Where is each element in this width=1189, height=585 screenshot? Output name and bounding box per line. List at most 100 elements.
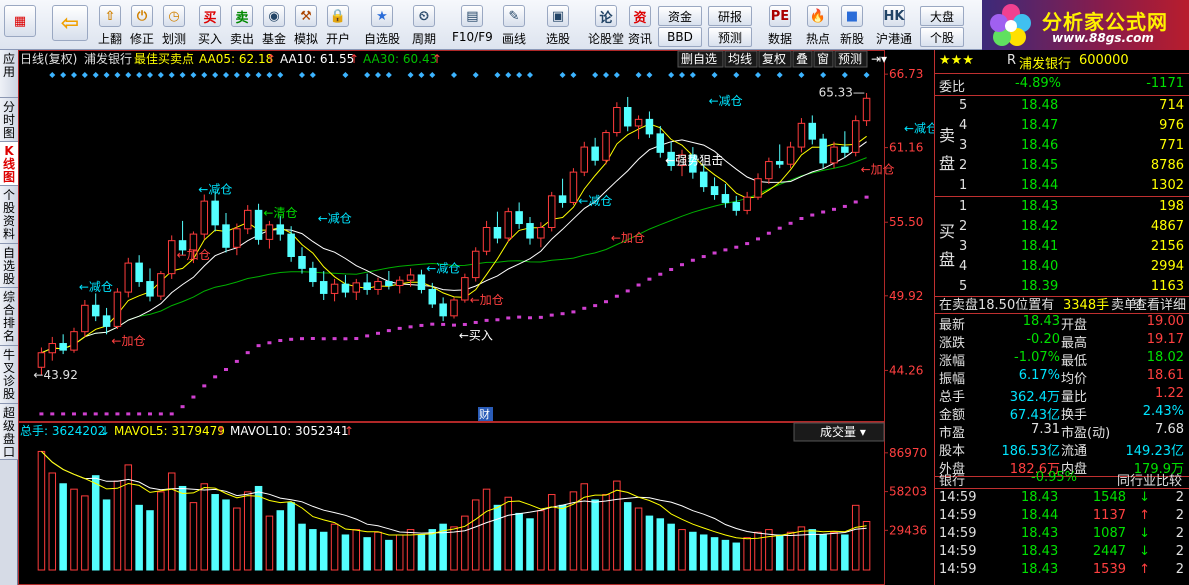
fix-button[interactable]: ⏻ 修正 [130, 3, 154, 47]
research-button[interactable]: 研报 [708, 6, 752, 26]
self-select-button[interactable]: ★ 自选股 [364, 3, 400, 47]
trend-dot [115, 412, 120, 416]
bbd-button[interactable]: BBD [658, 27, 702, 47]
draw-button[interactable]: ◷ 划测 [162, 3, 186, 47]
period-button[interactable]: ⏲ 周期 [412, 3, 436, 47]
volume-bar [537, 510, 545, 571]
trend-dot [495, 318, 500, 322]
grid-icon: ▦ [4, 5, 36, 37]
left-tab-7[interactable]: 超级盘口 [0, 404, 18, 460]
stock-title-row: ★★★ R 浦发银行 600000 [935, 52, 1189, 72]
hot-button[interactable]: 🔥 热点 [806, 3, 830, 47]
candle-body [37, 352, 46, 368]
volume-bar [222, 499, 230, 571]
signal-annotation: ←加仓 [111, 334, 145, 348]
open-account-button[interactable]: 🔒 开户 [326, 3, 350, 47]
signal-annotation: ←加仓 [177, 248, 211, 262]
tick-volume: 1087 [1092, 526, 1126, 541]
left-tab-5[interactable]: 综合排名 [0, 288, 18, 346]
candle-body [211, 200, 219, 226]
sell-volume: 8786 [1150, 158, 1184, 173]
stat-value-2: 1.22 [1155, 386, 1184, 401]
buy-button[interactable]: 买买入 [198, 3, 222, 47]
candle-body [243, 209, 252, 230]
candle-body [417, 274, 426, 290]
stat-row: 涨跌 -0.20 最高 19.17 [935, 331, 1189, 351]
left-tab-2[interactable]: K线图 [0, 142, 18, 186]
buy-level: 5 [959, 279, 968, 294]
buy-price: 18.39 [1021, 279, 1059, 294]
candle-body [385, 281, 393, 287]
simulate-button[interactable]: ⚒ 模拟 [294, 3, 318, 47]
buy-icon: 买 [199, 5, 221, 27]
volume-bar [645, 515, 654, 571]
trend-dot [245, 351, 250, 355]
view-detail-link[interactable]: 查看详细 [1134, 294, 1186, 313]
back-button[interactable]: ⇦ [52, 3, 88, 47]
price-chart[interactable]: 66.73 61.16 55.50 49.92 44.26 日线(复权) 浦发银行 最佳买卖点… [18, 50, 934, 422]
volume-bar [374, 531, 382, 571]
candle-body [808, 122, 817, 140]
stat-value: -0.20 [1026, 332, 1060, 347]
signal-annotation: ←减仓 [318, 211, 352, 225]
price-bg [18, 50, 934, 422]
tick-price: 18.43 [1021, 562, 1059, 577]
trend-dot [538, 315, 543, 319]
up-icon: ⇧ [99, 5, 121, 27]
f10-button[interactable]: ▤ F10/F9 [452, 3, 493, 47]
left-tab-4[interactable]: 自选股 [0, 244, 18, 288]
candle-body [623, 107, 632, 127]
hk-connect-button[interactable]: HK 沪港通 [876, 3, 912, 47]
draw-line-button-label: 画线 [502, 32, 527, 46]
candle-body [222, 224, 230, 248]
volume-bar [634, 507, 643, 571]
open-account-icon: 🔒 [327, 5, 349, 27]
sell-row: 1 18.44 1302 [935, 177, 1189, 197]
arrow-down-icon: ↓ [1139, 490, 1150, 505]
info-button[interactable]: 资资讯 [628, 3, 652, 47]
funds-button[interactable]: 资金 [658, 6, 702, 26]
data-button[interactable]: PE 数据 [768, 3, 792, 47]
stat-row: 股本 186.53亿 流通 149.23亿 [935, 439, 1189, 459]
app-menu-button[interactable]: ▦ [4, 3, 36, 47]
candle-body [526, 223, 534, 239]
trend-dot [864, 195, 869, 199]
volume-bar [37, 450, 46, 571]
fund-button[interactable]: ◉ 基金 [262, 3, 286, 47]
draw-line-button[interactable]: ✎ 画线 [502, 3, 526, 47]
forecast-button[interactable]: 预测 [708, 27, 752, 47]
left-tab-6[interactable]: 牛叉诊股 [0, 346, 18, 404]
forum-button[interactable]: 论论股堂 [588, 3, 624, 47]
left-tab-0[interactable]: 应用 [0, 50, 18, 98]
market-button[interactable]: 大盘 [920, 6, 964, 26]
tick-row: 14:59 18.43 2447 ↓ 2 [935, 543, 1189, 563]
arrow-down-icon: ↓ [1139, 544, 1150, 559]
volume-bar [830, 531, 838, 571]
volume-bar [786, 531, 795, 571]
buy-price: 18.43 [1021, 199, 1059, 214]
vol-tick-label: 86970 [889, 446, 927, 460]
trend-dot [354, 337, 359, 341]
trend-dot [169, 412, 174, 416]
candle-body [406, 274, 415, 281]
forum-icon: 论 [595, 5, 617, 27]
trend-dot [376, 331, 380, 335]
tick-price: 18.43 [1021, 526, 1059, 541]
industry-compare-button[interactable]: 同行业比较 [1117, 470, 1182, 489]
left-tab-1[interactable]: 分时图 [0, 98, 18, 142]
single-stock-button[interactable]: 个股 [920, 27, 964, 47]
tick-time: 14:59 [939, 490, 977, 505]
volume-bar [656, 518, 665, 571]
vol-header-1: ↓ [100, 424, 110, 438]
volume-bar [211, 494, 219, 571]
arrow-up-icon: ↑ [1139, 508, 1150, 523]
hk-connect-button-label: 沪港通 [876, 32, 913, 46]
volume-chart[interactable]: 86970 58203 29436 总手: 3624202↓ MAVOL5: 31794… [18, 422, 934, 585]
left-tab-3[interactable]: 个股资料 [0, 186, 18, 244]
volume-bar [276, 510, 285, 571]
sell-button[interactable]: 卖卖出 [230, 3, 254, 47]
signal-annotation: ←减仓 [578, 194, 612, 208]
up-button[interactable]: ⇧ 上翻 [98, 3, 122, 47]
pick-stock-button[interactable]: ▣ 选股 [546, 3, 570, 47]
new-stock-button[interactable]: ■ 新股 [840, 3, 864, 47]
